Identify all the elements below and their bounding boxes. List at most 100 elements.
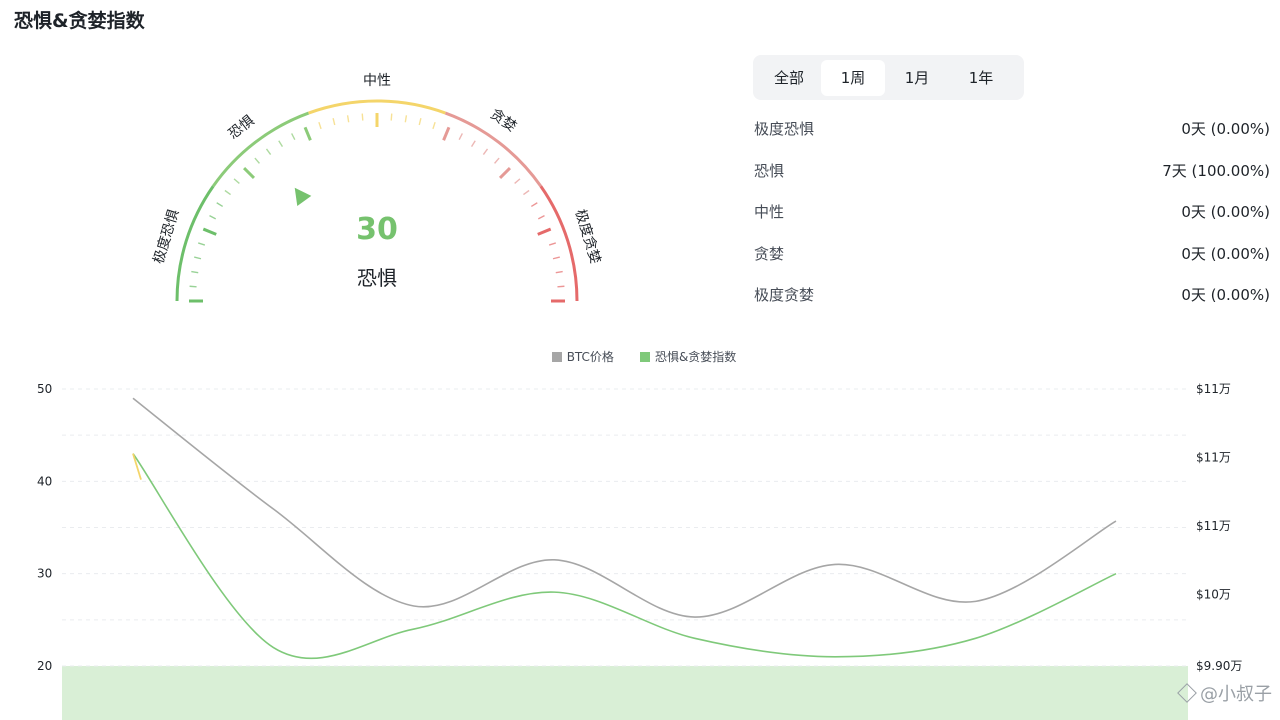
gauge-tick <box>552 256 560 260</box>
gauge-tick <box>278 140 284 148</box>
sentiment-stats-list: 极度恐惧 0天 (0.00%) 恐惧 7天 (100.00%) 中性 0天 (0… <box>754 108 1270 316</box>
gauge-tick <box>224 189 231 196</box>
stat-value: 0天 (0.00%) <box>1181 244 1270 263</box>
gauge-tick <box>458 133 463 141</box>
gauge-tick <box>514 178 521 184</box>
period-tabs: 全部 1周 1月 1年 <box>753 55 1024 100</box>
tab-all[interactable]: 全部 <box>757 60 821 96</box>
gauge-tick <box>418 118 422 126</box>
btc-price-line <box>132 397 1117 618</box>
gauge-tick <box>537 227 552 236</box>
stat-row-extreme-greed: 极度贪婪 0天 (0.00%) <box>754 274 1270 316</box>
legend-label-btc: BTC价格 <box>566 350 614 364</box>
gauge-tick <box>209 215 217 220</box>
gauge-tick <box>442 126 451 141</box>
gauge-arc-extreme-fear <box>175 185 215 302</box>
gauge-arc-greed <box>444 111 543 188</box>
tab-1week[interactable]: 1周 <box>821 59 885 96</box>
gauge-arc-neutral <box>308 99 446 115</box>
fear-greed-line-chart: 50 40 30 20 $11万 $11万 $11万 $10万 $9.90万 <box>37 382 1242 720</box>
legend-swatch-index <box>639 351 650 362</box>
gauge-tick <box>523 189 530 196</box>
gauge-tick <box>432 121 436 130</box>
gauge-label-neutral: 中性 <box>363 73 391 89</box>
index-line <box>132 453 1117 659</box>
index-line-neutral-segment <box>132 453 142 480</box>
y-tick-label: 50 <box>37 382 52 396</box>
gauge-tick <box>318 121 322 130</box>
stat-row-neutral: 中性 0天 (0.00%) <box>754 191 1270 233</box>
chart-y2-ticks: $11万 $11万 $11万 $10万 $9.90万 <box>1196 382 1242 673</box>
page-title: 恐惧&贪婪指数 <box>14 10 145 32</box>
gauge-tick <box>254 157 260 164</box>
gauge-tick <box>189 285 197 288</box>
gauge-label-greed: 贪婪 <box>487 106 519 135</box>
stat-value: 0天 (0.00%) <box>1181 120 1270 139</box>
gauge-label-fear: 恐惧 <box>226 113 258 143</box>
tab-1year[interactable]: 1年 <box>949 60 1013 96</box>
gauge-tick <box>197 242 206 246</box>
gauge-tick <box>470 140 476 148</box>
gauge-status-label: 恐惧 <box>357 266 397 290</box>
gauge-tick <box>555 270 563 274</box>
gauge-tick <box>346 115 350 123</box>
gauge-tick <box>498 167 511 180</box>
gauge-tick <box>494 157 500 164</box>
gauge-pointer-icon <box>294 187 312 207</box>
stat-label: 贪婪 <box>754 244 785 263</box>
stat-label: 极度恐惧 <box>754 120 815 139</box>
stat-row-fear: 恐惧 7天 (100.00%) <box>754 150 1270 192</box>
stat-label: 中性 <box>754 203 785 222</box>
legend-item-btc[interactable]: BTC价格 <box>544 348 614 365</box>
gauge-tick <box>265 148 272 155</box>
gauge-tick <box>361 113 364 121</box>
stat-row-greed: 贪婪 0天 (0.00%) <box>754 233 1270 275</box>
legend-swatch-btc <box>551 351 562 362</box>
watermark-logo-icon <box>1177 683 1197 703</box>
gauge-tick <box>548 242 557 246</box>
legend-label-index: 恐惧&贪婪指数 <box>654 350 737 364</box>
gauge-label-extreme-fear: 极度恐惧 <box>151 208 183 266</box>
gauge-label-extreme-greed: 极度贪婪 <box>572 208 604 266</box>
y2-tick-label: $11万 <box>1196 451 1231 465</box>
stat-value: 0天 (0.00%) <box>1181 286 1270 305</box>
gauge-tick <box>390 113 393 121</box>
watermark: @小叔子 <box>1177 680 1272 706</box>
gauge-tick <box>332 118 336 126</box>
stat-label: 恐惧 <box>754 161 785 180</box>
gauge-tick <box>404 115 408 123</box>
chart-legend: BTC价格 恐惧&贪婪指数 <box>0 348 1280 365</box>
chart-lines <box>132 397 1117 659</box>
y-tick-label: 30 <box>37 567 52 581</box>
y-tick-label: 20 <box>37 659 52 673</box>
stat-label: 极度贪婪 <box>754 286 815 305</box>
gauge-tick <box>243 167 256 180</box>
y-tick-label: 40 <box>37 474 52 488</box>
gauge-tick <box>202 227 217 236</box>
y2-tick-label: $9.90万 <box>1196 659 1242 673</box>
tab-1month[interactable]: 1月 <box>885 60 949 96</box>
watermark-text: @小叔子 <box>1200 684 1272 705</box>
chart-y-ticks: 50 40 30 20 <box>37 382 52 673</box>
gauge-tick <box>291 133 296 141</box>
gauge-tick <box>303 126 312 141</box>
gauge-arc-fear <box>211 111 310 188</box>
stat-value: 0天 (0.00%) <box>1181 203 1270 222</box>
stat-row-extreme-fear: 极度恐惧 0天 (0.00%) <box>754 108 1270 150</box>
gauge-tick <box>482 148 489 155</box>
gauge-tick <box>194 256 202 260</box>
gauge-tick <box>530 202 538 208</box>
fear-zone-band <box>62 666 1188 720</box>
fear-greed-gauge: 极度恐惧恐惧中性贪婪极度贪婪 30 恐惧 <box>151 73 604 303</box>
gauge-tick <box>537 215 545 220</box>
gauge-tick <box>216 202 224 208</box>
y2-tick-label: $10万 <box>1196 588 1231 602</box>
gauge-tick <box>233 178 240 184</box>
legend-item-index[interactable]: 恐惧&贪婪指数 <box>632 348 736 365</box>
chart-grid <box>62 388 1188 667</box>
stat-value: 7天 (100.00%) <box>1162 161 1270 180</box>
y2-tick-label: $11万 <box>1196 519 1231 533</box>
gauge-tick <box>191 270 199 274</box>
gauge-tick <box>557 285 565 288</box>
chart-band <box>62 666 1188 720</box>
